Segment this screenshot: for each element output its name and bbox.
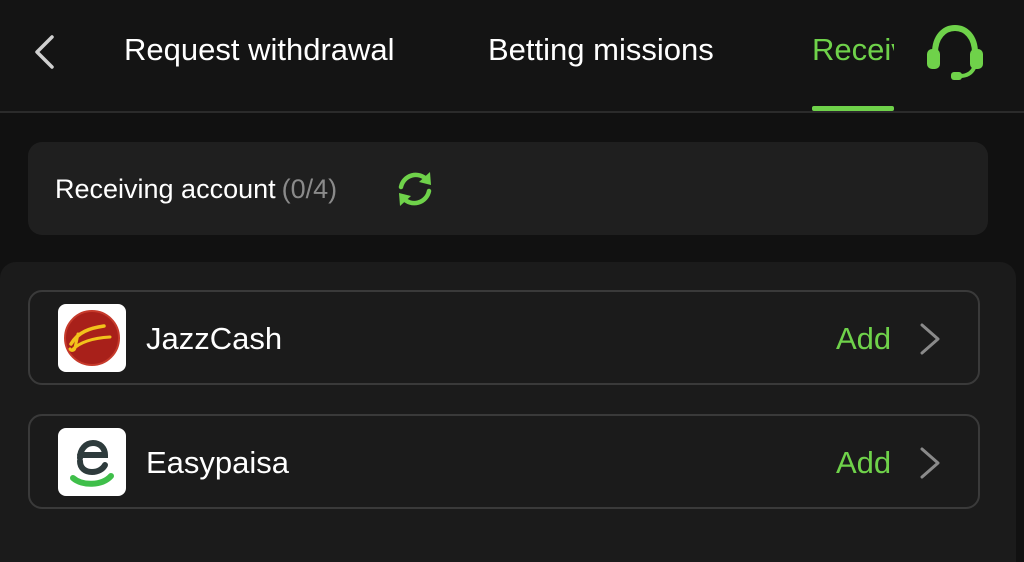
receiving-account-title: Receiving account (0/4): [55, 171, 337, 207]
payment-method-row-jazzcash[interactable]: JazzCash Add: [28, 290, 980, 385]
tab-receiving-account[interactable]: Receiving account: [812, 30, 894, 70]
tab-strip: Request withdrawal Betting missions Rece…: [100, 0, 894, 113]
add-jazzcash-button[interactable]: Add: [836, 320, 891, 358]
receiving-account-card: Receiving account (0/4): [28, 142, 988, 235]
account-count: (0/4): [281, 174, 338, 204]
tab-betting-missions[interactable]: Betting missions: [488, 30, 714, 70]
payment-method-row-easypaisa[interactable]: Easypaisa Add: [28, 414, 980, 509]
payment-method-name: Easypaisa: [146, 445, 290, 480]
chevron-right-icon: [920, 323, 940, 355]
top-nav-bar: Request withdrawal Betting missions Rece…: [0, 0, 1024, 113]
tab-request-withdrawal[interactable]: Request withdrawal: [124, 30, 395, 70]
refresh-button[interactable]: [392, 166, 438, 212]
add-easypaisa-button[interactable]: Add: [836, 444, 891, 482]
receiving-account-label: Receiving account: [55, 174, 276, 204]
active-tab-indicator: [812, 106, 894, 111]
customer-support-button[interactable]: [922, 22, 988, 82]
easypaisa-logo-icon: [58, 428, 126, 496]
payment-method-name: JazzCash: [146, 321, 283, 356]
headset-icon: [927, 24, 983, 80]
back-button[interactable]: [24, 30, 64, 74]
refresh-icon: [398, 172, 432, 206]
jazzcash-logo-icon: [58, 304, 126, 372]
chevron-left-icon: [35, 35, 54, 69]
chevron-right-icon: [920, 447, 940, 479]
